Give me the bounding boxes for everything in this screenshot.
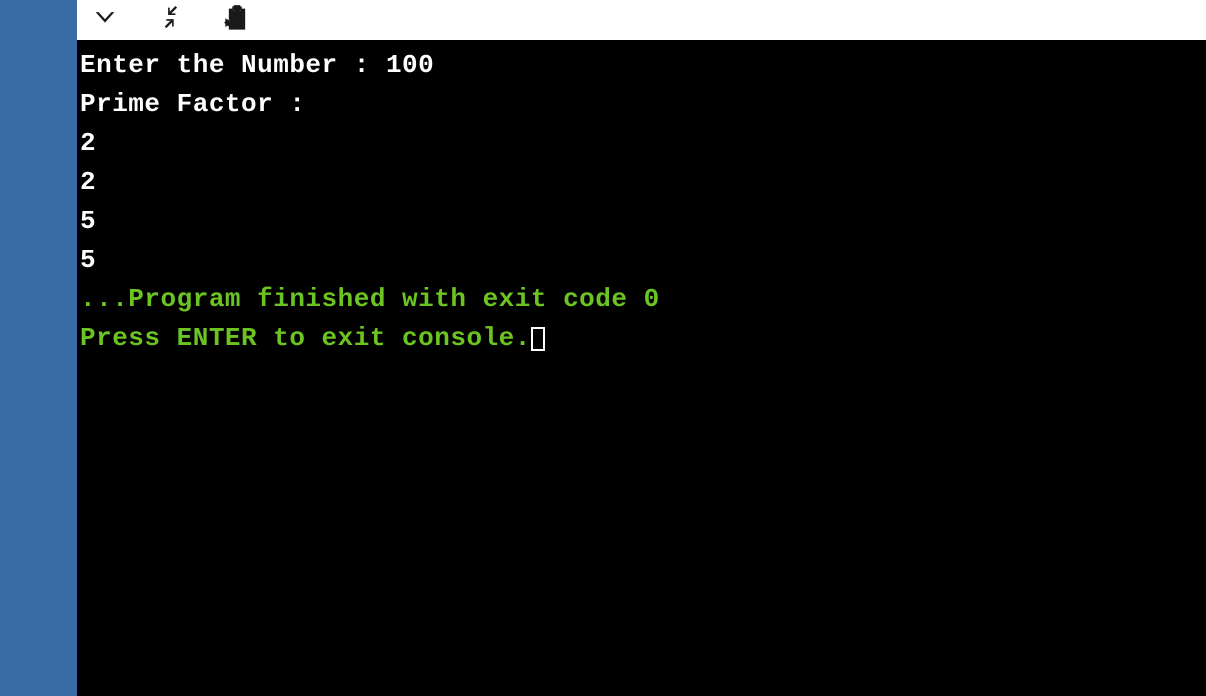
console-line: 5	[80, 202, 1203, 241]
chevron-down-icon[interactable]	[91, 4, 119, 37]
console-line: 2	[80, 124, 1203, 163]
console-line: 5	[80, 241, 1203, 280]
main-area: Enter the Number : 100 Prime Factor : 2 …	[77, 0, 1206, 696]
console-line: Prime Factor :	[80, 85, 1203, 124]
console-status: Press ENTER to exit console.	[80, 319, 1203, 358]
console-status: ...Program finished with exit code 0	[80, 280, 1203, 319]
clipboard-icon[interactable]	[223, 4, 251, 37]
console-line: 2	[80, 163, 1203, 202]
collapse-icon[interactable]	[157, 4, 185, 37]
cursor-icon	[531, 327, 545, 351]
console-line: Enter the Number : 100	[80, 46, 1203, 85]
sidebar	[0, 0, 77, 696]
toolbar	[77, 0, 1206, 40]
console-output[interactable]: Enter the Number : 100 Prime Factor : 2 …	[77, 40, 1206, 696]
